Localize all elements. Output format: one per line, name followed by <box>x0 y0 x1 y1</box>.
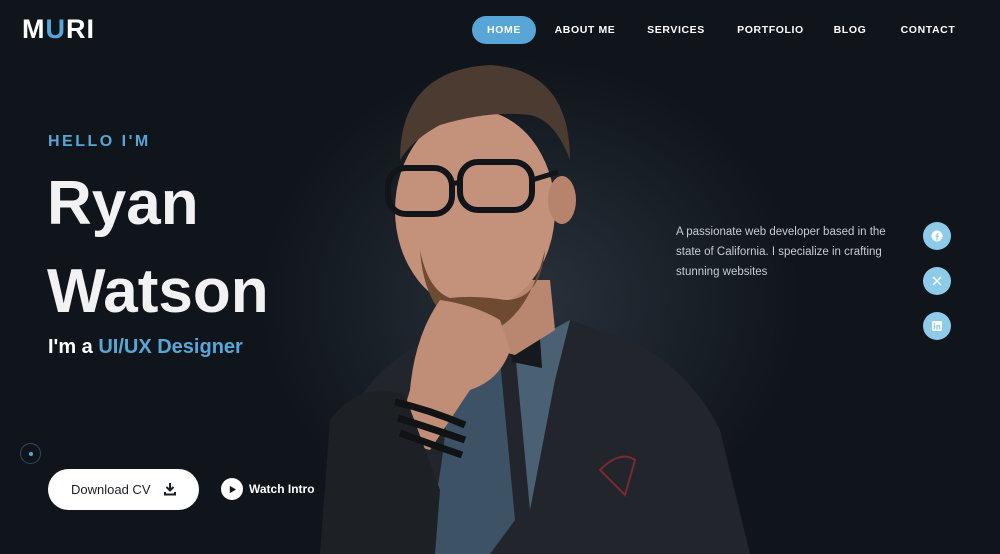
logo-suffix: RI <box>66 14 95 44</box>
linkedin-icon <box>932 321 942 331</box>
scroll-indicator[interactable] <box>20 443 41 464</box>
hero-description: A passionate web developer based in the … <box>676 226 886 278</box>
watch-intro-button[interactable]: Watch Intro <box>221 478 315 500</box>
logo-accent: U <box>45 14 66 44</box>
scroll-dot-icon <box>28 451 33 456</box>
portrait-image <box>320 65 750 554</box>
facebook-icon <box>931 230 943 242</box>
nav-blog[interactable]: BLOG <box>823 16 877 44</box>
hero-section: MURI HOME ABOUT ME SERVICES PORTFOLIO BL… <box>0 0 1000 554</box>
download-cv-button[interactable]: Download CV <box>48 469 199 510</box>
nav-about-me[interactable]: ABOUT ME <box>536 16 634 44</box>
logo-prefix: M <box>22 14 46 44</box>
nav-services[interactable]: SERVICES <box>634 16 718 44</box>
nav-contact[interactable]: CONTACT <box>877 16 979 44</box>
download-cv-label: Download CV <box>71 482 151 497</box>
linkedin-link[interactable] <box>923 312 951 340</box>
hero-last-name: Watson <box>47 257 269 326</box>
facebook-link[interactable] <box>923 222 951 250</box>
x-twitter-icon <box>932 276 942 286</box>
watch-intro-label: Watch Intro <box>249 482 315 496</box>
play-icon <box>221 478 243 500</box>
nav-home[interactable]: HOME <box>472 16 536 44</box>
main-nav: HOME ABOUT ME SERVICES PORTFOLIO BLOG CO… <box>472 16 979 44</box>
x-twitter-link[interactable] <box>923 267 951 295</box>
hero-role: I'm a UI/UX Designer <box>48 336 243 359</box>
hero-name: Ryan Watson <box>47 160 269 336</box>
download-icon <box>164 483 176 496</box>
role-highlight: UI/UX Designer <box>98 336 243 358</box>
hero-first-name: Ryan <box>47 169 199 238</box>
role-prefix: I'm a <box>48 336 99 358</box>
hero-greeting: HELLO I'M <box>48 133 151 150</box>
site-logo[interactable]: MURI <box>22 14 95 45</box>
nav-portfolio[interactable]: PORTFOLIO <box>718 16 823 44</box>
